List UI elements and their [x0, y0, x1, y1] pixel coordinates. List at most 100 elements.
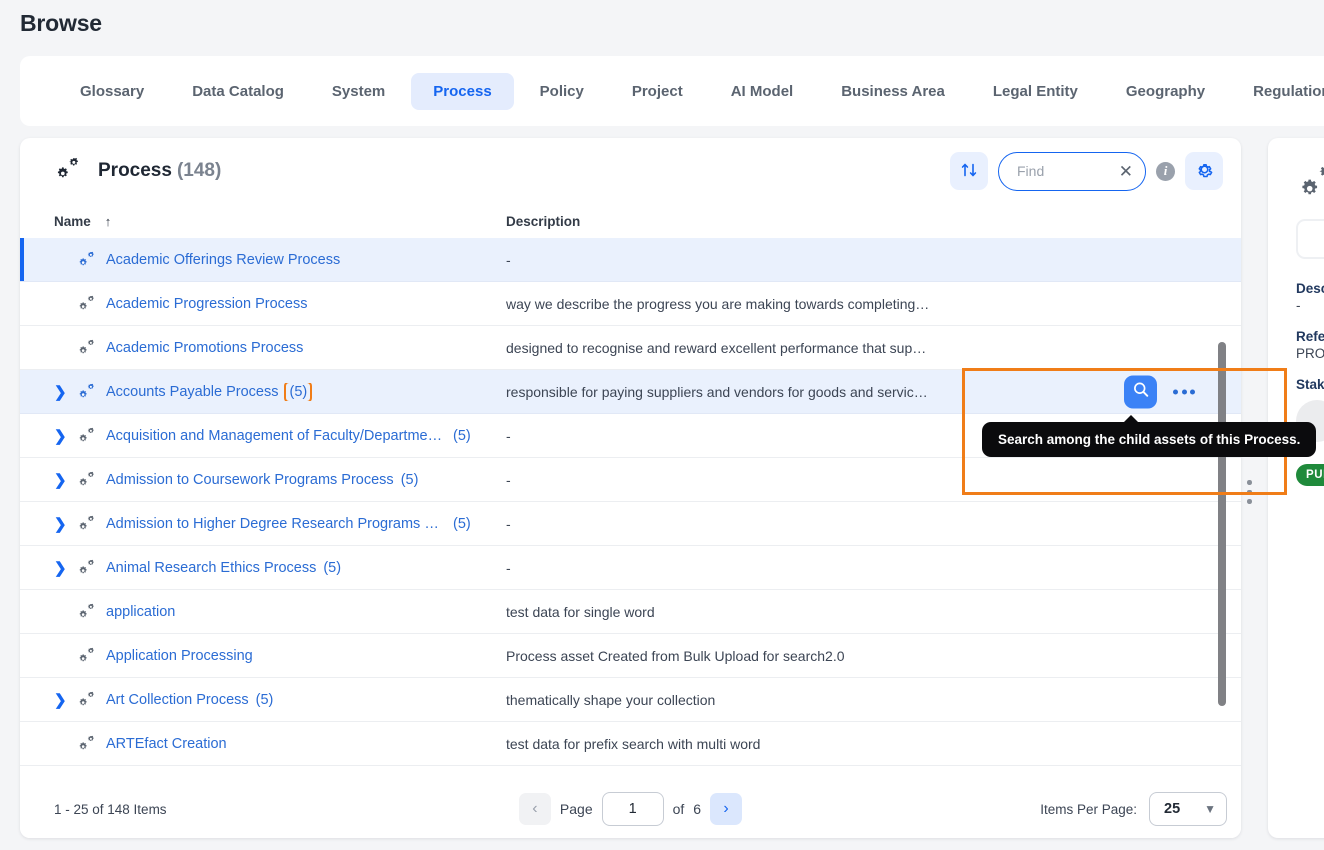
- double-gear-icon: [77, 383, 99, 400]
- column-label-name: Name: [54, 213, 91, 229]
- row-name-link[interactable]: Admission to Coursework Programs Process: [106, 472, 394, 488]
- row-name-cell: ❯Application Processing: [54, 647, 506, 665]
- close-icon[interactable]: ✕: [1115, 163, 1133, 180]
- row-name-link[interactable]: Acquisition and Management of Faculty/De…: [106, 428, 446, 444]
- table-row[interactable]: ❯ Art Collection Process (5) thematically s…: [20, 678, 1241, 722]
- detail-description-label: Desc: [1296, 281, 1324, 296]
- row-name-link[interactable]: Admission to Higher Degree Research Prog…: [106, 516, 446, 532]
- tab-process[interactable]: Process: [411, 72, 514, 110]
- table-body: ❯Academic Offerings Review Process-❯Acad…: [20, 238, 1241, 766]
- previous-page-button[interactable]: ‹: [518, 793, 551, 825]
- more-horizontal-icon[interactable]: [1173, 389, 1195, 394]
- tab-business-area[interactable]: Business Area: [819, 73, 967, 110]
- next-page-button[interactable]: ›: [710, 793, 743, 825]
- table-row[interactable]: ❯Application ProcessingProcess asset Cre…: [20, 634, 1241, 678]
- settings-button[interactable]: [1185, 152, 1223, 190]
- double-gear-icon: [77, 559, 99, 576]
- double-gear-icon: [77, 647, 99, 664]
- chevron-right-icon[interactable]: ❯: [54, 383, 70, 401]
- row-description: test data for prefix search with multi w…: [506, 735, 761, 752]
- row-description: test data for single word: [506, 603, 655, 620]
- items-per-page-value: 25: [1164, 801, 1181, 817]
- table-row[interactable]: ❯ARTEfact Creationtest data for prefix s…: [20, 722, 1241, 766]
- sort-ascending-icon: ↑: [104, 213, 112, 229]
- search-child-assets-tooltip: Search among the child assets of this Pr…: [982, 415, 1317, 457]
- vertical-scrollbar[interactable]: [1218, 342, 1226, 706]
- tab-ai-model[interactable]: AI Model: [709, 73, 816, 110]
- row-name-cell: ❯Academic Offerings Review Process: [54, 251, 506, 269]
- tab-data-catalog[interactable]: Data Catalog: [170, 73, 306, 110]
- tab-regulation[interactable]: Regulation: [1231, 73, 1324, 110]
- row-child-count: (5): [255, 691, 274, 708]
- column-header-description[interactable]: Description: [506, 214, 1241, 229]
- chevron-right-icon[interactable]: ❯: [54, 471, 70, 489]
- table-row[interactable]: ❯ Animal Research Ethics Process (5) -: [20, 546, 1241, 590]
- row-name-link[interactable]: Academic Promotions Process: [106, 340, 303, 356]
- row-name-link[interactable]: ARTEfact Creation: [106, 736, 227, 752]
- chevron-right-icon: ›: [723, 800, 729, 817]
- row-child-count: (5): [400, 471, 419, 488]
- row-action-cluster: [1124, 375, 1195, 408]
- chevron-right-icon[interactable]: ❯: [54, 515, 70, 533]
- items-per-page-select[interactable]: 25 ▼: [1149, 792, 1227, 826]
- row-name-cell: ❯ Animal Research Ethics Process (5): [54, 559, 506, 577]
- table-row[interactable]: ❯ Admission to Higher Degree Research Pro…: [20, 502, 1241, 546]
- items-per-page-label: Items Per Page:: [1040, 801, 1137, 817]
- row-name-link[interactable]: Application Processing: [106, 648, 253, 664]
- row-description: -: [506, 471, 511, 488]
- sort-button[interactable]: [950, 152, 988, 190]
- row-description: Process asset Created from Bulk Upload f…: [506, 647, 845, 664]
- chevron-right-icon[interactable]: ❯: [54, 559, 70, 577]
- status-badge: PUB: [1296, 464, 1324, 486]
- detail-reference-value: PRO: [1296, 346, 1324, 361]
- chevron-right-icon[interactable]: ❯: [54, 691, 70, 709]
- double-gear-icon: [77, 471, 99, 488]
- table-header: Name ↑ Description: [20, 204, 1241, 238]
- row-name-link[interactable]: Accounts Payable Process: [106, 384, 278, 400]
- find-box[interactable]: ✕: [998, 151, 1146, 191]
- total-pages: 6: [693, 801, 702, 817]
- double-gear-icon: [77, 515, 99, 532]
- search-child-assets-button[interactable]: [1124, 375, 1157, 408]
- page-number-input[interactable]: [601, 792, 664, 826]
- double-gear-icon: [77, 251, 99, 268]
- tab-glossary[interactable]: Glossary: [58, 73, 166, 110]
- table-row[interactable]: ❯Academic Promotions Processdesigned to …: [20, 326, 1241, 370]
- table-row[interactable]: ❯Academic Offerings Review Process-: [20, 238, 1241, 282]
- row-description: designed to recognise and reward excelle…: [506, 339, 927, 356]
- column-header-name[interactable]: Name ↑: [54, 214, 506, 229]
- table-row[interactable]: ❯Academic Progression Processway we desc…: [20, 282, 1241, 326]
- of-label: of: [672, 801, 685, 817]
- search-icon: [1132, 380, 1150, 403]
- tab-system[interactable]: System: [310, 73, 407, 110]
- row-name-cell: ❯Academic Promotions Process: [54, 339, 506, 357]
- detail-name-field: [1296, 219, 1324, 259]
- page-title: Browse: [20, 10, 102, 36]
- double-gear-icon: [77, 339, 99, 356]
- table-row[interactable]: ❯applicationtest data for single word: [20, 590, 1241, 634]
- row-description: -: [506, 559, 511, 576]
- row-name-link[interactable]: Academic Offerings Review Process: [106, 252, 340, 268]
- row-name-link[interactable]: Art Collection Process: [106, 692, 249, 708]
- info-icon[interactable]: i: [1156, 161, 1175, 181]
- table-row[interactable]: ❯ Accounts Payable Process (5) responsible …: [20, 370, 1241, 414]
- row-name-link[interactable]: Academic Progression Process: [106, 296, 307, 312]
- row-child-count: (5): [453, 515, 471, 532]
- items-summary: 1 - 25 of 148 Items: [54, 801, 167, 817]
- tab-geography[interactable]: Geography: [1104, 73, 1227, 110]
- chevron-right-icon[interactable]: ❯: [54, 427, 70, 445]
- tab-project[interactable]: Project: [610, 73, 705, 110]
- asset-detail-panel: Desc - Refe PRO Stak PUB: [1268, 138, 1324, 838]
- double-gear-icon: [1296, 164, 1324, 205]
- row-name-link[interactable]: Animal Research Ethics Process: [106, 560, 316, 576]
- panel-resize-handle[interactable]: [1247, 480, 1252, 504]
- tab-policy[interactable]: Policy: [518, 73, 606, 110]
- find-input[interactable]: [1015, 162, 1115, 180]
- tab-legal-entity[interactable]: Legal Entity: [971, 73, 1100, 110]
- row-name-link[interactable]: application: [106, 604, 175, 620]
- table-row[interactable]: ❯ Admission to Coursework Programs Proces…: [20, 458, 1241, 502]
- double-gear-icon: [54, 157, 84, 186]
- row-name-cell: ❯ Admission to Coursework Programs Proces…: [54, 471, 506, 489]
- row-name-cell: ❯application: [54, 603, 506, 621]
- list-count: (148): [176, 160, 222, 181]
